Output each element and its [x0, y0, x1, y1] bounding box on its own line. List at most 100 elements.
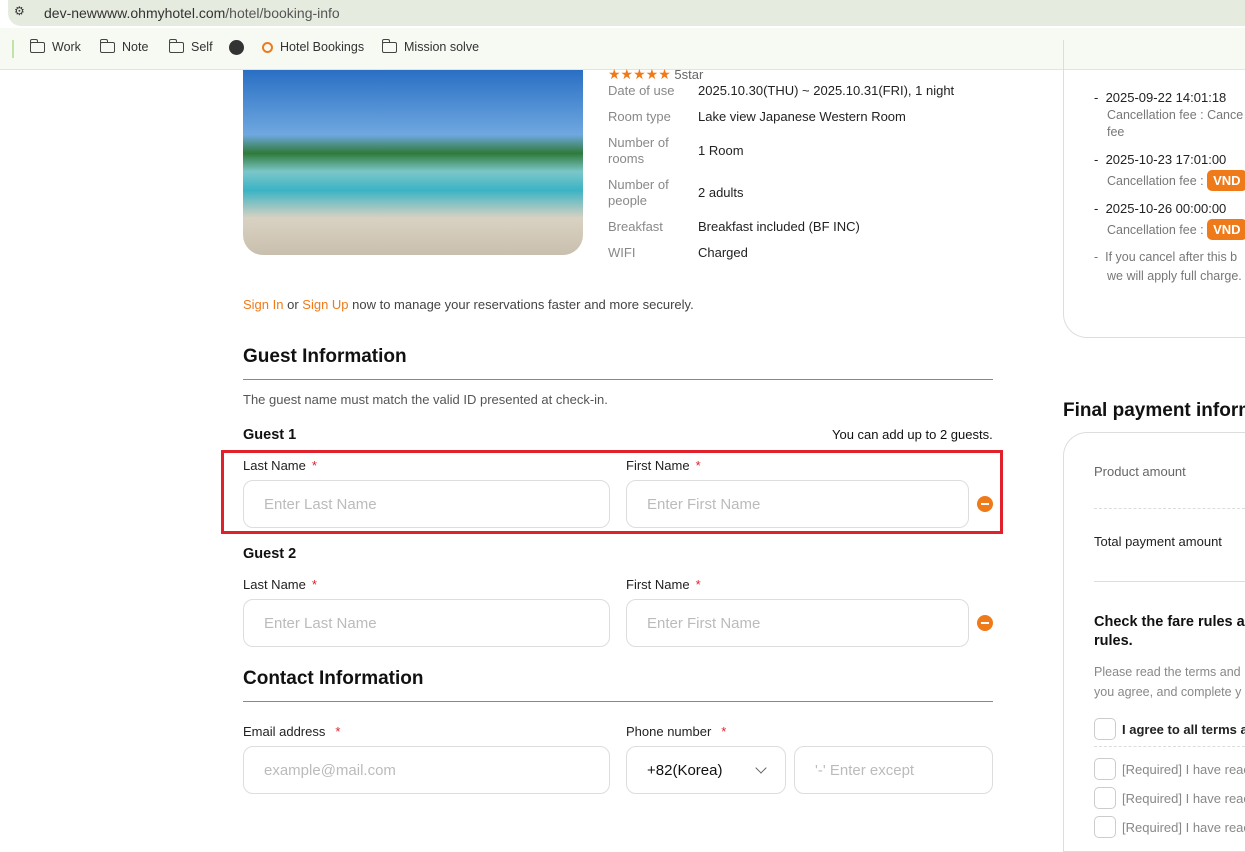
last-name-label: Last Name * — [243, 577, 317, 592]
stars-icon: ★★★★★ — [608, 66, 671, 82]
bookmark-label: Self — [191, 40, 213, 54]
agree-all-checkbox[interactable]: I agree to all terms ar — [1094, 718, 1245, 740]
detail-label: Breakfast — [608, 219, 663, 234]
bookmark-label: Work — [52, 40, 81, 54]
guest-limit-note: You can add up to 2 guests. — [832, 427, 993, 442]
bookmark-label: Note — [122, 40, 149, 54]
guest-note: The guest name must match the valid ID p… — [243, 392, 608, 407]
label-text: Last Name — [243, 577, 306, 592]
guest-1-last-name-input[interactable]: Enter Last Name — [243, 480, 610, 528]
divider — [1094, 746, 1245, 747]
guest-2-first-name-input[interactable]: Enter First Name — [626, 599, 969, 647]
bookmark-mission-solve[interactable]: Mission solve — [381, 38, 480, 54]
last-name-label: Last Name * — [243, 458, 317, 473]
contact-info-title: Contact Information — [243, 668, 424, 689]
checkbox[interactable] — [1094, 758, 1116, 780]
bookmark-self[interactable]: Self — [168, 38, 213, 54]
fare-rules-title: Check the fare rules a rules. — [1094, 613, 1245, 651]
fee-value: fee — [1107, 125, 1125, 139]
detail-value: Breakfast included (BF INC) — [698, 219, 860, 234]
fee-label: Cancellation fee : — [1107, 223, 1208, 237]
divider — [1094, 581, 1245, 582]
checkbox[interactable] — [1094, 816, 1116, 838]
term-label: [Required] I have reac — [1122, 819, 1245, 835]
cancel-note: we will apply full charge. — [1107, 269, 1242, 283]
required-term-checkbox[interactable]: [Required] I have reac — [1094, 758, 1245, 780]
guest-1-title: Guest 1 — [243, 427, 297, 443]
divider — [243, 701, 993, 702]
checkbox[interactable] — [1094, 787, 1116, 809]
product-amount-label: Product amount — [1094, 464, 1186, 479]
sign-in-link[interactable]: Sign In — [243, 297, 283, 312]
fee-label: Cancellation fee : — [1107, 174, 1208, 188]
label-text: First Name — [626, 577, 690, 592]
site-settings-icon[interactable]: ⚙ — [14, 4, 36, 22]
cancel-date: 2025-09-22 14:01:18 — [1105, 90, 1227, 105]
address-bar-area: ⚙ dev-newwww.ohmyhotel.com/hotel/booking… — [0, 0, 1245, 28]
folder-icon — [29, 38, 45, 53]
folder-icon — [168, 38, 184, 53]
guest-2-last-name-input[interactable]: Enter Last Name — [243, 599, 610, 647]
label-text: Last Name — [243, 458, 306, 473]
detail-label: Number of rooms — [608, 135, 669, 166]
fee-badge: VND — [1207, 170, 1245, 191]
first-name-label: First Name * — [626, 458, 701, 473]
sign-up-link[interactable]: Sign Up — [302, 297, 348, 312]
bookmarks-bar: Work Note Self Hotel Bookings Mission so… — [0, 28, 1245, 70]
term-label: [Required] I have reac — [1122, 761, 1245, 777]
required-mark: * — [311, 458, 317, 473]
payment-title: Final payment inform — [1063, 400, 1245, 421]
bookmark-label: Mission solve — [404, 40, 480, 54]
hotel-photo — [243, 70, 583, 255]
fee-value: Cance — [1207, 108, 1244, 122]
required-term-checkbox[interactable]: [Required] I have reac — [1094, 787, 1245, 809]
detail-value: 2025.10.30(THU) ~ 2025.10.31(FRI), 1 nig… — [698, 83, 955, 98]
title-line: Check the fare rules a — [1094, 614, 1245, 630]
detail-value: 2 adults — [698, 185, 744, 200]
remove-guest-2-icon[interactable] — [977, 615, 993, 631]
detail-value: Lake view Japanese Western Room — [698, 109, 906, 124]
required-mark: * — [695, 458, 701, 473]
guest-1-first-name-input[interactable]: Enter First Name — [626, 480, 969, 528]
url-text[interactable]: dev-newwww.ohmyhotel.com/hotel/booking-i… — [44, 5, 340, 21]
fee-badge: VND — [1207, 219, 1245, 240]
detail-label: Room type — [608, 109, 671, 124]
agree-all-label: I agree to all terms ar — [1122, 721, 1245, 737]
cancel-note: If you cancel after this b — [1105, 250, 1238, 264]
bookmark-note[interactable]: Note — [99, 38, 149, 54]
required-mark: * — [311, 577, 317, 592]
term-label: [Required] I have reac — [1122, 790, 1245, 806]
email-label: Email address * — [243, 724, 340, 739]
orange-icon — [262, 41, 273, 53]
country-code-value: +82(Korea) — [647, 761, 723, 779]
bookmark-globe[interactable] — [229, 40, 244, 55]
fare-rules-desc: Please read the terms and you agree, and … — [1094, 662, 1241, 702]
divider — [12, 40, 14, 58]
required-mark: * — [695, 577, 701, 592]
cancel-date: 2025-10-26 00:00:00 — [1105, 201, 1227, 216]
guest-2-title: Guest 2 — [243, 546, 297, 562]
required-mark: * — [721, 724, 727, 739]
desc-line: Please read the terms and — [1094, 665, 1241, 679]
checkbox[interactable] — [1094, 718, 1116, 740]
desc-line: you agree, and complete y — [1094, 685, 1242, 699]
detail-label: Number of people — [608, 177, 669, 208]
label-text: Phone number — [626, 724, 712, 739]
chevron-down-icon — [755, 762, 767, 774]
folder-icon — [381, 38, 397, 53]
required-mark: * — [335, 724, 341, 739]
country-code-select[interactable]: +82(Korea) — [626, 746, 786, 794]
signin-prompt: Sign In or Sign Up now to manage your re… — [243, 297, 694, 312]
bookmark-hotel-bookings[interactable]: Hotel Bookings — [262, 40, 364, 54]
remove-guest-1-icon[interactable] — [977, 496, 993, 512]
label-text: First Name — [626, 458, 690, 473]
text: or — [283, 297, 303, 312]
phone-input[interactable]: '-' Enter except — [794, 746, 993, 794]
bookmark-work[interactable]: Work — [29, 38, 81, 54]
detail-value: 1 Room — [698, 143, 744, 158]
email-input[interactable]: example@mail.com — [243, 746, 610, 794]
required-term-checkbox[interactable]: [Required] I have reac — [1094, 816, 1245, 838]
cancellation-list: - 2025-09-22 14:01:18 Cancellation fee :… — [1094, 90, 1245, 283]
folder-icon — [99, 38, 115, 53]
detail-label: Date of use — [608, 83, 675, 98]
